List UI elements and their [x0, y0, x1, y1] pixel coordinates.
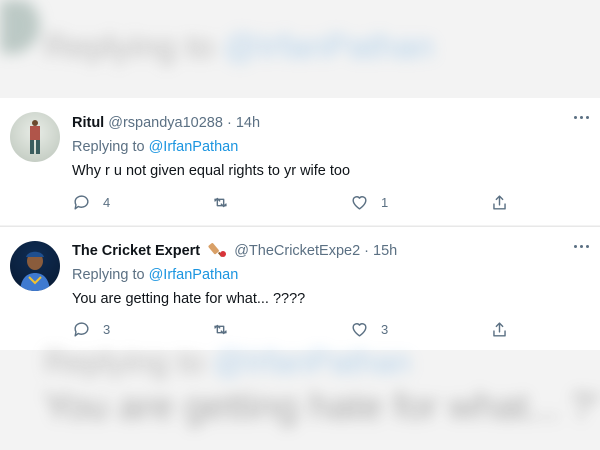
- background-replying-line: Replying to @IrfanPathan: [44, 350, 411, 381]
- replying-prefix: Replying to: [72, 139, 145, 155]
- replying-to: Replying to @IrfanPathan: [72, 138, 238, 156]
- share-icon: [493, 194, 506, 210]
- background-avatar: [0, 0, 40, 54]
- background-replying-prefix: Replying to: [44, 350, 205, 380]
- background-replying-prefix: Replying to: [44, 28, 215, 66]
- replying-handle-link[interactable]: @IrfanPathan: [149, 139, 239, 155]
- username[interactable]: @TheCricketExpe2: [234, 243, 360, 259]
- heart-icon: [352, 195, 367, 210]
- avatar[interactable]: [10, 112, 60, 162]
- reply-button[interactable]: 3: [72, 319, 110, 339]
- retweet-icon: [214, 197, 227, 207]
- reply-icon: [74, 194, 89, 210]
- background-replying-handle: @IrfanPathan: [223, 28, 434, 66]
- retweet-icon: [214, 324, 227, 334]
- avatar[interactable]: [10, 241, 60, 291]
- like-button[interactable]: 3: [350, 319, 388, 339]
- replying-prefix: Replying to: [72, 267, 145, 283]
- timestamp[interactable]: 14h: [236, 115, 260, 131]
- background-blur-top: Replying to @IrfanPathan: [0, 0, 600, 98]
- like-count: 3: [381, 321, 389, 337]
- username[interactable]: @rspandya10288: [108, 115, 223, 131]
- timestamp[interactable]: 15h: [373, 243, 397, 259]
- tweet-text: Why r u not given equal rights to yr wif…: [72, 163, 351, 179]
- share-button[interactable]: [490, 192, 509, 212]
- separator: ·: [364, 243, 370, 259]
- reply-count: 4: [103, 194, 111, 210]
- cricket-bat-emoji-icon: [206, 242, 228, 258]
- replying-handle-link[interactable]: @IrfanPathan: [149, 267, 239, 283]
- like-button[interactable]: 1: [350, 192, 388, 212]
- display-name[interactable]: Ritul: [72, 115, 104, 131]
- more-options-icon[interactable]: [572, 110, 592, 126]
- replying-to: Replying to @IrfanPathan: [72, 266, 238, 284]
- share-icon: [493, 321, 506, 337]
- display-name[interactable]: The Cricket Expert: [72, 243, 200, 259]
- reply-icon: [74, 321, 89, 337]
- tweet-actions: 3 3: [72, 319, 522, 339]
- tweet-text: You are getting hate for what... ????: [72, 291, 306, 307]
- retweet-button[interactable]: [211, 192, 242, 212]
- retweet-button[interactable]: [211, 319, 242, 339]
- heart-icon: [352, 322, 367, 337]
- tweet-header: The Cricket Expert @TheCricketExpe2 · 15…: [72, 242, 397, 260]
- reply-button[interactable]: 4: [72, 192, 110, 212]
- background-replying-line: Replying to @IrfanPathan: [44, 28, 434, 67]
- tweet-reply-ritul[interactable]: Ritul @rspandya10288 · 14h Replying to @…: [0, 98, 600, 225]
- like-count: 1: [381, 194, 389, 210]
- separator: ·: [226, 115, 232, 131]
- share-button[interactable]: [490, 319, 509, 339]
- tweet-reply-cricket-expert[interactable]: The Cricket Expert @TheCricketExpe2 · 15…: [0, 226, 600, 350]
- more-options-icon[interactable]: [572, 239, 592, 255]
- background-tweet-text: You are getting hate for what... ????: [44, 386, 600, 428]
- background-blur-bottom: Replying to @IrfanPathan You are getting…: [0, 350, 600, 450]
- background-replying-handle: @IrfanPathan: [212, 350, 411, 380]
- tweet-actions: 4 1: [72, 192, 522, 212]
- reply-count: 3: [103, 321, 111, 337]
- tweet-header: Ritul @rspandya10288 · 14h: [72, 114, 260, 132]
